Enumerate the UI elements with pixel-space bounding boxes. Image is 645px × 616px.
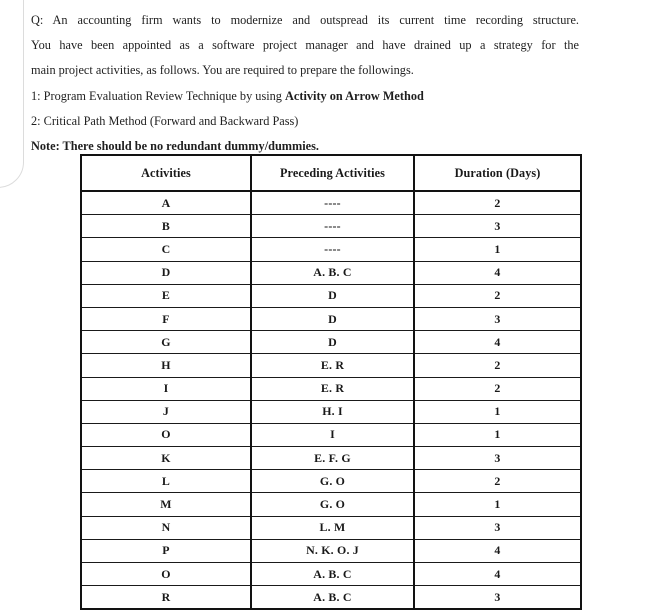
- table-row: M G. O1: [80, 492, 582, 517]
- table-body: A ---- 2 B ---- 3 C ---- 1 D A. B. C 4 E D 2 F D 3 G D 4 H E. …: [80, 191, 582, 610]
- table-row: A ---- 2: [80, 191, 582, 216]
- cell-duration: 1: [413, 237, 582, 262]
- table-row: C ---- 1: [80, 237, 582, 262]
- cell-activity: D: [80, 260, 252, 285]
- cell-preceding: E. F. G: [250, 446, 415, 471]
- cell-duration: 3: [413, 214, 582, 239]
- cell-activity: G: [80, 330, 252, 355]
- cell-preceding: A. B. C: [250, 585, 415, 610]
- table-row: H E. R2: [80, 353, 582, 378]
- cell-duration: 1: [413, 492, 582, 517]
- cell-preceding: A. B. C: [250, 561, 415, 587]
- cell-activity: J: [80, 399, 252, 424]
- requirement-1-method: Activity on Arrow Method: [285, 88, 424, 103]
- cell-activity: F: [80, 306, 252, 332]
- table-header: Activities Preceding Activities Duration…: [80, 155, 582, 192]
- cell-activity: B: [80, 214, 252, 239]
- question-line-1: Q: An accounting firm wants to modernize…: [31, 13, 579, 27]
- column-header-preceding-activities: Preceding Activities: [250, 155, 415, 192]
- cell-preceding: N. K. O. J: [250, 538, 415, 564]
- cell-activity: P: [80, 538, 252, 564]
- table-row: R A. B. C3: [80, 585, 582, 610]
- column-header-duration: Duration (Days): [413, 155, 582, 192]
- table-row: GD4: [80, 330, 582, 355]
- cell-duration: 4: [413, 260, 582, 285]
- cell-duration: 4: [413, 561, 582, 587]
- cell-activity: O: [80, 561, 252, 587]
- cell-duration: 2: [413, 283, 582, 308]
- activities-table-container: Activities Preceding Activities Duration…: [80, 154, 582, 611]
- table-row: K E. F. G3: [80, 446, 582, 471]
- cell-activity: I: [80, 376, 252, 401]
- table-row: B ---- 3: [80, 214, 582, 239]
- cell-preceding: G. O: [250, 469, 415, 494]
- question-statement: Q: An accounting firm wants to modernize…: [31, 8, 579, 159]
- table-row: O A. B. C4: [80, 561, 582, 587]
- table-row: ED2: [80, 283, 582, 308]
- cell-duration: 2: [413, 469, 582, 494]
- cell-preceding: ----: [250, 214, 415, 239]
- question-note-text: Note: There should be no redundant dummy…: [31, 139, 320, 154]
- table-row: J H. I1: [80, 399, 582, 424]
- cell-activity: K: [80, 446, 252, 471]
- cell-activity: R: [80, 585, 252, 610]
- cell-preceding: E. R: [250, 353, 415, 378]
- table-row: OI1: [80, 422, 582, 448]
- cell-duration: 4: [413, 538, 582, 564]
- cell-duration: 2: [413, 376, 582, 401]
- cell-preceding: D: [250, 306, 415, 332]
- cell-activity: M: [80, 492, 252, 517]
- table-row: N L. M3: [80, 515, 582, 540]
- cell-duration: 3: [413, 446, 582, 471]
- requirement-1-text: 1: Program Evaluation Review Technique b…: [31, 88, 286, 103]
- table-row: FD3: [80, 306, 582, 332]
- cell-preceding: A. B. C: [250, 260, 415, 285]
- cell-duration: 2: [413, 353, 582, 378]
- cell-duration: 4: [413, 330, 582, 355]
- cell-duration: 3: [413, 306, 582, 332]
- cell-duration: 3: [413, 585, 582, 610]
- cell-activity: C: [80, 237, 252, 262]
- cell-preceding: ----: [250, 191, 415, 216]
- cell-duration: 1: [413, 422, 582, 448]
- cell-preceding: I: [250, 422, 415, 448]
- cell-preceding: ----: [250, 237, 415, 262]
- table-row: D A. B. C4: [80, 260, 582, 285]
- cell-preceding: D: [250, 330, 415, 355]
- question-requirement-2: 2: Critical Path Method (Forward and Bac…: [31, 113, 299, 128]
- cell-preceding: G. O: [250, 492, 415, 517]
- cell-preceding: H. I: [250, 399, 415, 424]
- cell-preceding: E. R: [250, 376, 415, 401]
- table-header-row: Activities Preceding Activities Duration…: [80, 155, 582, 192]
- cell-activity: A: [80, 191, 252, 216]
- question-line-3: main project activities, as follows. You…: [31, 63, 414, 78]
- activities-table: Activities Preceding Activities Duration…: [80, 154, 582, 611]
- cell-preceding: L. M: [250, 515, 415, 540]
- cell-duration: 2: [413, 191, 582, 216]
- scan-edge-artifact: [0, 0, 24, 188]
- cell-duration: 3: [413, 515, 582, 540]
- cell-duration: 1: [413, 399, 582, 424]
- cell-preceding: D: [250, 283, 415, 308]
- column-header-activities: Activities: [80, 155, 252, 192]
- cell-activity: H: [80, 353, 252, 378]
- question-requirement-1: 1: Program Evaluation Review Technique b…: [31, 84, 579, 109]
- cell-activity: L: [80, 469, 252, 494]
- cell-activity: E: [80, 283, 252, 308]
- question-line-2: You have been appointed as a software pr…: [31, 38, 579, 53]
- table-row: P N. K. O. J4: [80, 538, 582, 564]
- table-row: L G. O2: [80, 469, 582, 494]
- cell-activity: N: [80, 515, 252, 540]
- table-row: I E. R2: [80, 376, 582, 401]
- cell-activity: O: [80, 422, 252, 448]
